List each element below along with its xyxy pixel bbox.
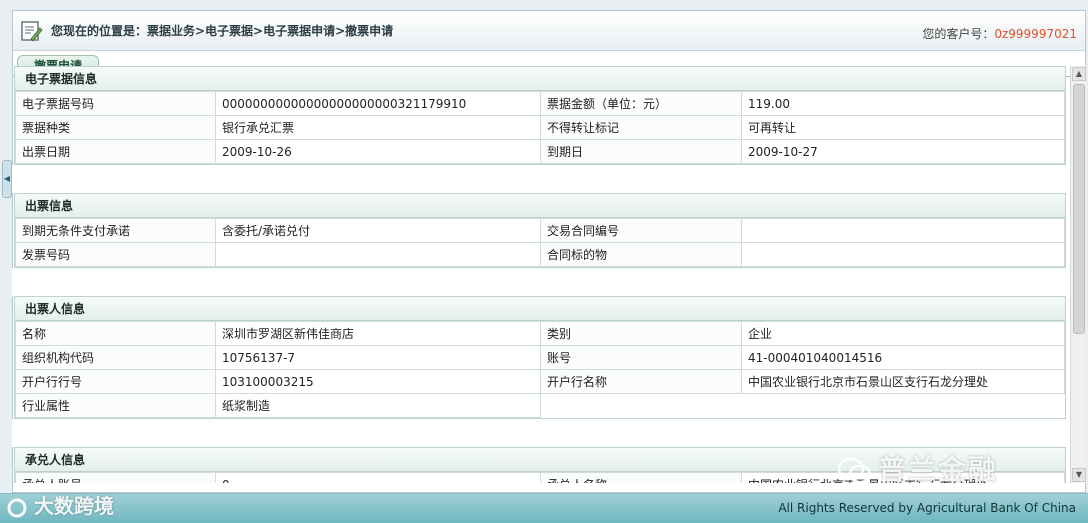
field-label: 电子票据号码 <box>15 91 216 116</box>
field-value <box>741 218 1065 243</box>
empty-cell <box>541 394 1065 418</box>
table-row: 开户行行号 103100003215 开户行名称 中国农业银行北京市石景山区支行… <box>15 369 1065 394</box>
field-label: 出票日期 <box>15 139 216 164</box>
section-spacer <box>12 268 1068 296</box>
field-label: 到期日 <box>540 139 742 164</box>
field-label: 组织机构代码 <box>15 345 216 370</box>
field-value: 银行承兑汇票 <box>215 115 541 140</box>
field-label: 合同标的物 <box>540 242 742 267</box>
field-value <box>741 242 1065 267</box>
table-row: 发票号码 合同标的物 <box>15 242 1065 267</box>
field-label: 类别 <box>540 321 742 346</box>
section-title: 出票人信息 <box>15 297 1065 321</box>
scroll-down-arrow-icon[interactable]: ▼ <box>1072 468 1086 482</box>
watermark-right-text: 普兰金融 <box>878 453 999 486</box>
field-value: 深圳市罗湖区新伟佳商店 <box>215 321 541 346</box>
field-label: 承兑人账号 <box>15 472 216 483</box>
section-drawer-info: 出票人信息 名称 深圳市罗湖区新伟佳商店 类别 企业 组织机构代码 107561… <box>14 296 1066 419</box>
customer-number: 0z999997021 <box>994 27 1077 41</box>
table-row: 电子票据号码 00000000000000000000000321179910 … <box>15 91 1065 116</box>
section-title: 出票信息 <box>15 194 1065 218</box>
wechat-icon <box>838 457 872 484</box>
section-title: 电子票据信息 <box>15 67 1065 91</box>
field-label: 票据种类 <box>15 115 216 140</box>
copyright-text: All Rights Reserved by Agricultural Bank… <box>778 501 1076 515</box>
field-value: 2009-10-27 <box>741 139 1065 164</box>
issue-info-table: 到期无条件支付承诺 含委托/承诺兑付 交易合同编号 发票号码 合同标的物 <box>15 218 1065 267</box>
field-label: 开户行行号 <box>15 369 216 394</box>
scroll-up-arrow-icon[interactable]: ▲ <box>1072 67 1086 81</box>
field-label: 承兑人名称 <box>540 472 742 483</box>
field-label: 行业属性 <box>15 393 216 418</box>
vertical-scrollbar[interactable]: ▲ ▼ <box>1070 66 1086 483</box>
table-row: 出票日期 2009-10-26 到期日 2009-10-27 <box>15 139 1065 164</box>
section-spacer <box>12 165 1068 193</box>
field-value: 含委托/承诺兑付 <box>215 218 541 243</box>
field-value: 41-000401040014516 <box>741 345 1065 370</box>
field-value: 0 <box>215 472 541 483</box>
field-label: 交易合同编号 <box>540 218 742 243</box>
table-row: 名称 深圳市罗湖区新伟佳商店 类别 企业 <box>15 321 1065 346</box>
field-value: 中国农业银行北京市石景山区支行石龙分理处 <box>741 369 1065 394</box>
page-footer: All Rights Reserved by Agricultural Bank… <box>0 493 1088 523</box>
field-label: 到期无条件支付承诺 <box>15 218 216 243</box>
field-value: 119.00 <box>741 91 1065 116</box>
field-value: 00000000000000000000000321179910 <box>215 91 541 116</box>
field-value: 10756137-7 <box>215 345 541 370</box>
bill-info-table: 电子票据号码 00000000000000000000000321179910 … <box>15 91 1065 164</box>
table-row: 到期无条件支付承诺 含委托/承诺兑付 交易合同编号 <box>15 218 1065 243</box>
app-frame: 您现在的位置是：票据业务>电子票据>电子票据申请>撤票申请 您的客户号：0z99… <box>0 0 1088 523</box>
field-label: 账号 <box>540 345 742 370</box>
field-value: 可再转让 <box>741 115 1065 140</box>
ring-logo-icon <box>7 498 27 517</box>
field-label: 发票号码 <box>15 242 216 267</box>
section-bill-info: 电子票据信息 电子票据号码 00000000000000000000000321… <box>14 66 1066 165</box>
breadcrumb: 您现在的位置是：票据业务>电子票据>电子票据申请>撤票申请 <box>51 24 394 38</box>
scroll-content: 电子票据信息 电子票据号码 00000000000000000000000321… <box>12 66 1068 483</box>
watermark-left: 大数跨境 <box>6 490 114 519</box>
table-row: 票据种类 银行承兑汇票 不得转让标记 可再转让 <box>15 115 1065 140</box>
field-value: 103100003215 <box>215 369 541 394</box>
field-label: 开户行名称 <box>540 369 742 394</box>
field-label: 名称 <box>15 321 216 346</box>
watermark-right: 普兰金融 <box>838 448 998 488</box>
field-label: 票据金额（单位：元） <box>540 91 742 116</box>
customer-label: 您的客户号： <box>922 27 995 41</box>
collapse-sidebar-handle[interactable]: ◀ <box>2 160 12 198</box>
section-spacer <box>12 419 1068 447</box>
section-issue-info: 出票信息 到期无条件支付承诺 含委托/承诺兑付 交易合同编号 发票号码 合同标的… <box>14 193 1066 268</box>
document-edit-icon <box>21 20 43 42</box>
field-value: 纸浆制造 <box>215 393 541 418</box>
customer-info: 您的客户号：0z999997021 <box>922 25 1077 42</box>
field-label: 不得转让标记 <box>540 115 742 140</box>
drawer-info-table: 名称 深圳市罗湖区新伟佳商店 类别 企业 组织机构代码 10756137-7 账… <box>15 321 1065 418</box>
field-value <box>215 242 541 267</box>
field-value: 2009-10-26 <box>215 139 541 164</box>
table-row: 组织机构代码 10756137-7 账号 41-000401040014516 <box>15 345 1065 370</box>
field-value: 企业 <box>741 321 1065 346</box>
page-header: 您现在的位置是：票据业务>电子票据>电子票据申请>撤票申请 您的客户号：0z99… <box>13 11 1085 51</box>
watermark-left-text: 大数跨境 <box>34 494 114 518</box>
scroll-thumb[interactable] <box>1073 84 1085 334</box>
table-row: 行业属性 纸浆制造 <box>15 393 1065 418</box>
